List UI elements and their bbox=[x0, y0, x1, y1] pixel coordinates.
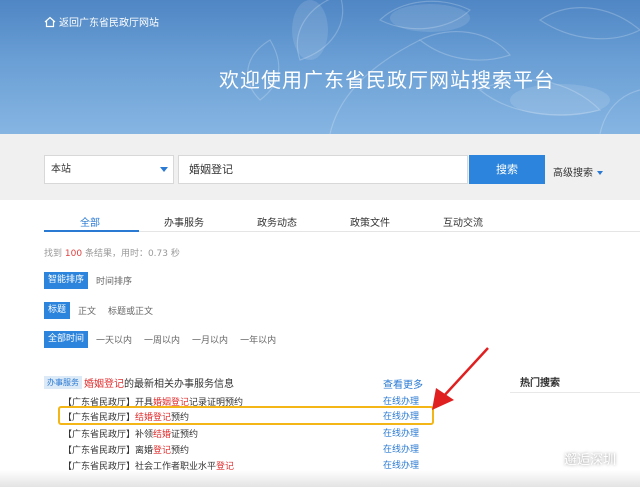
result-count-number: 100 bbox=[64, 249, 83, 259]
annotation-highlight-box bbox=[58, 406, 434, 425]
chevron-down-icon bbox=[597, 171, 603, 175]
chevron-down-icon bbox=[160, 167, 168, 172]
category-tabs: 全部 办事服务 政务动态 政策文件 互动交流 bbox=[44, 206, 640, 232]
online-handle-link[interactable]: 在线办理 bbox=[383, 442, 419, 456]
service-item-keyword: 登记 bbox=[153, 446, 172, 456]
back-link-label: 返回广东省民政厅网站 bbox=[59, 18, 159, 29]
hot-search-title: 热门搜索 bbox=[520, 378, 560, 389]
filter-body-option[interactable]: 正文 bbox=[78, 304, 96, 317]
divider bbox=[510, 392, 640, 393]
result-count-prefix: 找到 bbox=[44, 249, 63, 259]
back-to-site-link[interactable]: 返回广东省民政厅网站 bbox=[44, 14, 159, 29]
tab-policies[interactable]: 政策文件 bbox=[350, 214, 390, 229]
time-day-option[interactable]: 一天以内 bbox=[96, 333, 132, 346]
result-count-suffix: 条结果，用时：0.73 秒 bbox=[84, 249, 180, 259]
filter-title-button[interactable]: 标题 bbox=[44, 302, 71, 319]
service-heading-rest: 的最新相关办事服务信息 bbox=[124, 379, 234, 390]
scope-value: 本站 bbox=[51, 164, 71, 175]
service-item-keyword: 结婚 bbox=[153, 430, 172, 440]
search-input[interactable]: 婚姻登记 bbox=[178, 155, 468, 184]
tab-services[interactable]: 办事服务 bbox=[164, 214, 204, 229]
header-banner: 返回广东省民政厅网站 欢迎使用广东省民政厅网站搜索平台 bbox=[0, 0, 640, 134]
watermark-text: 邂逅深圳 bbox=[564, 453, 617, 468]
service-badge: 办事服务 bbox=[44, 376, 82, 389]
service-item-text: 证预约 bbox=[171, 430, 199, 440]
see-more-link[interactable]: 查看更多 bbox=[383, 376, 423, 391]
advanced-search-label: 高级搜索 bbox=[553, 168, 593, 179]
service-item-text: 【广东省民政厅】离婚 bbox=[63, 446, 154, 456]
time-month-option[interactable]: 一月以内 bbox=[192, 333, 228, 346]
filter-title-or-body-option[interactable]: 标题或正文 bbox=[108, 304, 153, 317]
advanced-search-link[interactable]: 高级搜索 bbox=[553, 164, 603, 179]
service-heading-keyword: 婚姻登记 bbox=[84, 379, 124, 390]
field-filter: 标题 正文 标题或正文 bbox=[44, 302, 165, 319]
page-title: 欢迎使用广东省民政厅网站搜索平台 bbox=[219, 68, 555, 92]
tab-interaction[interactable]: 互动交流 bbox=[443, 214, 483, 229]
search-button[interactable]: 搜索 bbox=[469, 155, 545, 184]
service-item[interactable]: 【广东省民政厅】离婚登记预约 bbox=[63, 443, 189, 457]
tab-all[interactable]: 全部 bbox=[80, 214, 100, 229]
scope-select[interactable]: 本站 bbox=[44, 155, 174, 184]
service-heading: 婚姻登记的最新相关办事服务信息 bbox=[84, 375, 234, 390]
time-year-option[interactable]: 一年以内 bbox=[240, 333, 276, 346]
sort-time-option[interactable]: 时间排序 bbox=[96, 274, 132, 287]
home-icon bbox=[44, 16, 56, 27]
search-bar: 本站 婚姻登记 搜索 高级搜索 bbox=[0, 134, 640, 200]
sort-smart-button[interactable]: 智能排序 bbox=[44, 272, 89, 289]
bottom-fade bbox=[0, 470, 640, 487]
service-item[interactable]: 【广东省民政厅】补领结婚证预约 bbox=[63, 427, 198, 441]
service-item-text: 预约 bbox=[171, 446, 190, 456]
wechat-watermark: 邂逅深圳 bbox=[537, 449, 616, 468]
time-filter: 全部时间 一天以内 一周以内 一月以内 一年以内 bbox=[44, 331, 288, 348]
tab-news[interactable]: 政务动态 bbox=[257, 214, 297, 229]
wechat-icon bbox=[537, 450, 558, 466]
online-handle-link[interactable]: 在线办理 bbox=[383, 426, 419, 440]
annotation-arrow-icon bbox=[432, 347, 489, 410]
time-week-option[interactable]: 一周以内 bbox=[144, 333, 180, 346]
active-tab-indicator bbox=[44, 230, 139, 232]
sort-options: 智能排序 时间排序 bbox=[44, 272, 144, 289]
result-count: 找到 100 条结果，用时：0.73 秒 bbox=[44, 246, 180, 259]
time-all-button[interactable]: 全部时间 bbox=[44, 331, 89, 348]
service-item-text: 【广东省民政厅】补领 bbox=[63, 430, 154, 440]
